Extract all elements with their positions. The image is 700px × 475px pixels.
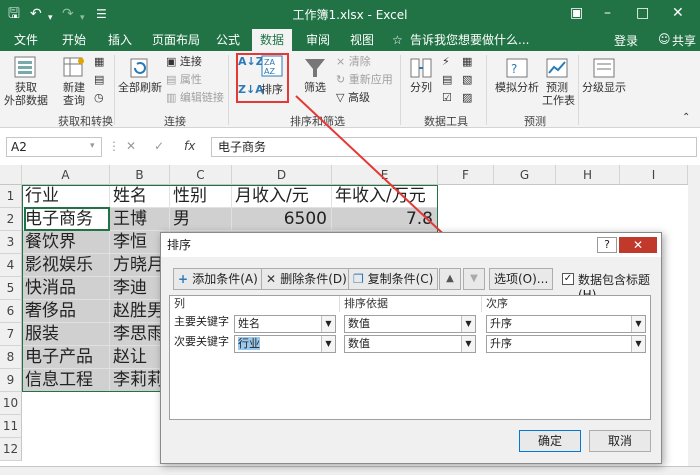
- copy-icon: ❐: [353, 272, 368, 286]
- delete-level-button[interactable]: ✕ 删除条件(D): [261, 268, 352, 290]
- column-col-header: 列: [170, 296, 340, 312]
- has-headers-checkbox[interactable]: ✓: [562, 273, 574, 285]
- copy-level-button[interactable]: ❐ 复制条件(C): [348, 268, 439, 290]
- sort-levels-grid: 列 排序依据 次序 主要关键字 姓名 ▼ 数值 ▼ 升序 ▼ 次要关键字 行业 ▼ 数值…: [169, 295, 651, 420]
- dropdown-icon: ▼: [321, 336, 335, 352]
- add-level-button[interactable]: + 添加条件(A): [173, 268, 263, 290]
- dialog-title: 排序: [161, 233, 661, 257]
- dropdown-icon: ▼: [631, 316, 645, 332]
- primary-order-select[interactable]: 升序 ▼: [486, 315, 646, 333]
- add-icon: +: [178, 272, 193, 286]
- dialog-close-button[interactable]: ✕: [619, 237, 657, 253]
- sort-dialog: 排序 ? ✕ + 添加条件(A) ✕ 删除条件(D) ❐ 复制条件(C) ▲ ▼…: [160, 232, 662, 464]
- primary-key-label: 主要关键字: [174, 315, 229, 328]
- secondary-order-select[interactable]: 升序 ▼: [486, 335, 646, 353]
- arrow-up-icon: ▲: [446, 273, 454, 284]
- order-col-header: 次序: [482, 296, 650, 312]
- cancel-button[interactable]: 取消: [589, 430, 651, 452]
- move-up-button[interactable]: ▲: [439, 268, 461, 290]
- delete-icon: ✕: [266, 272, 281, 286]
- secondary-sorton-select[interactable]: 数值 ▼: [344, 335, 476, 353]
- dropdown-icon: ▼: [631, 336, 645, 352]
- dropdown-icon: ▼: [461, 316, 475, 332]
- primary-sorton-select[interactable]: 数值 ▼: [344, 315, 476, 333]
- help-button[interactable]: ?: [597, 237, 617, 253]
- arrow-down-icon: ▼: [470, 273, 478, 284]
- ok-button[interactable]: 确定: [519, 430, 581, 452]
- dropdown-icon: ▼: [321, 316, 335, 332]
- secondary-column-select[interactable]: 行业 ▼: [234, 335, 336, 353]
- move-down-button[interactable]: ▼: [463, 268, 485, 290]
- dropdown-icon: ▼: [461, 336, 475, 352]
- primary-column-select[interactable]: 姓名 ▼: [234, 315, 336, 333]
- options-button[interactable]: 选项(O)...: [489, 268, 554, 290]
- sorton-col-header: 排序依据: [340, 296, 482, 312]
- secondary-key-label: 次要关键字: [174, 335, 229, 348]
